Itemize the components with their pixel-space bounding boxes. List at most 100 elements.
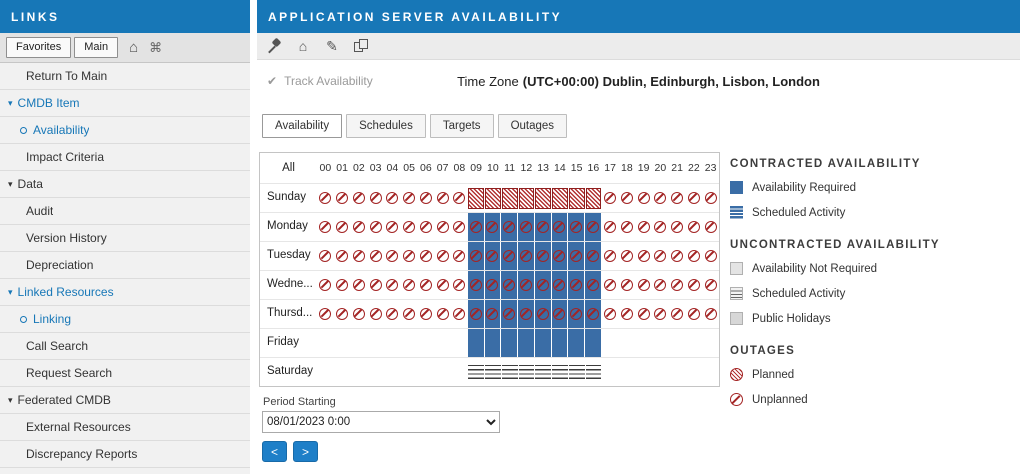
cell-saturday-13[interactable]: [535, 358, 552, 386]
cell-thursd-00[interactable]: [317, 300, 334, 328]
cell-sunday-18[interactable]: [619, 184, 636, 212]
cell-tuesday-04[interactable]: [384, 242, 401, 270]
cell-sunday-07[interactable]: [434, 184, 451, 212]
cell-saturday-04[interactable]: [384, 358, 401, 386]
cell-sunday-06[interactable]: [418, 184, 435, 212]
cell-saturday-03[interactable]: [367, 358, 384, 386]
cell-monday-20[interactable]: [652, 213, 669, 241]
cell-saturday-20[interactable]: [652, 358, 669, 386]
cell-saturday-15[interactable]: [568, 358, 585, 386]
cell-wedne-01[interactable]: [334, 271, 351, 299]
tab-favorites[interactable]: Favorites: [6, 37, 71, 58]
cell-sunday-05[interactable]: [401, 184, 418, 212]
cell-sunday-11[interactable]: [501, 184, 518, 212]
cell-tuesday-10[interactable]: [485, 242, 502, 270]
hour-header-19[interactable]: 19: [635, 162, 652, 174]
cell-tuesday-01[interactable]: [334, 242, 351, 270]
cell-tuesday-19[interactable]: [635, 242, 652, 270]
cell-wedne-04[interactable]: [384, 271, 401, 299]
cell-monday-23[interactable]: [702, 213, 719, 241]
cell-sunday-19[interactable]: [635, 184, 652, 212]
cell-friday-08[interactable]: [451, 329, 468, 357]
cell-sunday-22[interactable]: [686, 184, 703, 212]
cell-wedne-06[interactable]: [418, 271, 435, 299]
cell-thursd-22[interactable]: [686, 300, 703, 328]
cell-wedne-05[interactable]: [401, 271, 418, 299]
cell-wedne-23[interactable]: [702, 271, 719, 299]
cell-wedne-20[interactable]: [652, 271, 669, 299]
cell-thursd-15[interactable]: [568, 300, 585, 328]
sidebar-item-data[interactable]: ▾Data: [0, 171, 250, 198]
cell-sunday-20[interactable]: [652, 184, 669, 212]
cell-tuesday-16[interactable]: [585, 242, 602, 270]
sidebar-item-federated-cmdb[interactable]: ▾Federated CMDB: [0, 387, 250, 414]
cell-wedne-13[interactable]: [535, 271, 552, 299]
hour-header-11[interactable]: 11: [501, 162, 518, 174]
cell-thursd-12[interactable]: [518, 300, 535, 328]
cell-tuesday-08[interactable]: [451, 242, 468, 270]
cell-wedne-02[interactable]: [351, 271, 368, 299]
cell-monday-09[interactable]: [468, 213, 485, 241]
cell-friday-16[interactable]: [585, 329, 602, 357]
home-icon[interactable]: ⌂: [295, 38, 311, 54]
hour-header-09[interactable]: 09: [468, 162, 485, 174]
cell-tuesday-18[interactable]: [619, 242, 636, 270]
cell-monday-12[interactable]: [518, 213, 535, 241]
cell-thursd-05[interactable]: [401, 300, 418, 328]
sidebar-item-discrepancy-reports[interactable]: Discrepancy Reports: [0, 441, 250, 468]
hour-header-15[interactable]: 15: [568, 162, 585, 174]
cell-saturday-12[interactable]: [518, 358, 535, 386]
cell-friday-00[interactable]: [317, 329, 334, 357]
hour-header-05[interactable]: 05: [401, 162, 418, 174]
cell-sunday-00[interactable]: [317, 184, 334, 212]
cell-thursd-19[interactable]: [635, 300, 652, 328]
cell-friday-06[interactable]: [418, 329, 435, 357]
cell-friday-20[interactable]: [652, 329, 669, 357]
cell-wedne-08[interactable]: [451, 271, 468, 299]
cell-friday-12[interactable]: [518, 329, 535, 357]
cell-sunday-04[interactable]: [384, 184, 401, 212]
cell-thursd-18[interactable]: [619, 300, 636, 328]
cell-thursd-23[interactable]: [702, 300, 719, 328]
cell-monday-15[interactable]: [568, 213, 585, 241]
cell-tuesday-22[interactable]: [686, 242, 703, 270]
hour-header-07[interactable]: 07: [434, 162, 451, 174]
cell-thursd-07[interactable]: [434, 300, 451, 328]
cell-tuesday-13[interactable]: [535, 242, 552, 270]
cell-sunday-02[interactable]: [351, 184, 368, 212]
hour-header-03[interactable]: 03: [367, 162, 384, 174]
cell-wedne-12[interactable]: [518, 271, 535, 299]
cell-friday-07[interactable]: [434, 329, 451, 357]
cell-friday-15[interactable]: [568, 329, 585, 357]
cell-saturday-06[interactable]: [418, 358, 435, 386]
cell-monday-00[interactable]: [317, 213, 334, 241]
cell-tuesday-15[interactable]: [568, 242, 585, 270]
tab-main[interactable]: Main: [74, 37, 118, 58]
hour-header-20[interactable]: 20: [652, 162, 669, 174]
cell-monday-13[interactable]: [535, 213, 552, 241]
tab-targets[interactable]: Targets: [430, 114, 494, 138]
sidebar-item-external-resources[interactable]: External Resources: [0, 414, 250, 441]
period-select[interactable]: 08/01/2023 0:00: [262, 411, 500, 433]
sidebar-item-call-search[interactable]: Call Search: [0, 333, 250, 360]
cell-tuesday-03[interactable]: [367, 242, 384, 270]
cell-saturday-16[interactable]: [585, 358, 602, 386]
hour-header-23[interactable]: 23: [702, 162, 719, 174]
cell-saturday-14[interactable]: [552, 358, 569, 386]
cell-friday-22[interactable]: [686, 329, 703, 357]
cell-friday-04[interactable]: [384, 329, 401, 357]
cell-thursd-08[interactable]: [451, 300, 468, 328]
hour-header-18[interactable]: 18: [619, 162, 636, 174]
cell-friday-19[interactable]: [635, 329, 652, 357]
cell-sunday-14[interactable]: [552, 184, 569, 212]
cell-monday-07[interactable]: [434, 213, 451, 241]
cell-tuesday-21[interactable]: [669, 242, 686, 270]
cell-saturday-11[interactable]: [501, 358, 518, 386]
cell-sunday-23[interactable]: [702, 184, 719, 212]
cell-saturday-17[interactable]: [602, 358, 619, 386]
pin-icon[interactable]: [266, 38, 282, 54]
cell-friday-09[interactable]: [468, 329, 485, 357]
cell-sunday-10[interactable]: [485, 184, 502, 212]
cell-saturday-23[interactable]: [702, 358, 719, 386]
cell-saturday-07[interactable]: [434, 358, 451, 386]
